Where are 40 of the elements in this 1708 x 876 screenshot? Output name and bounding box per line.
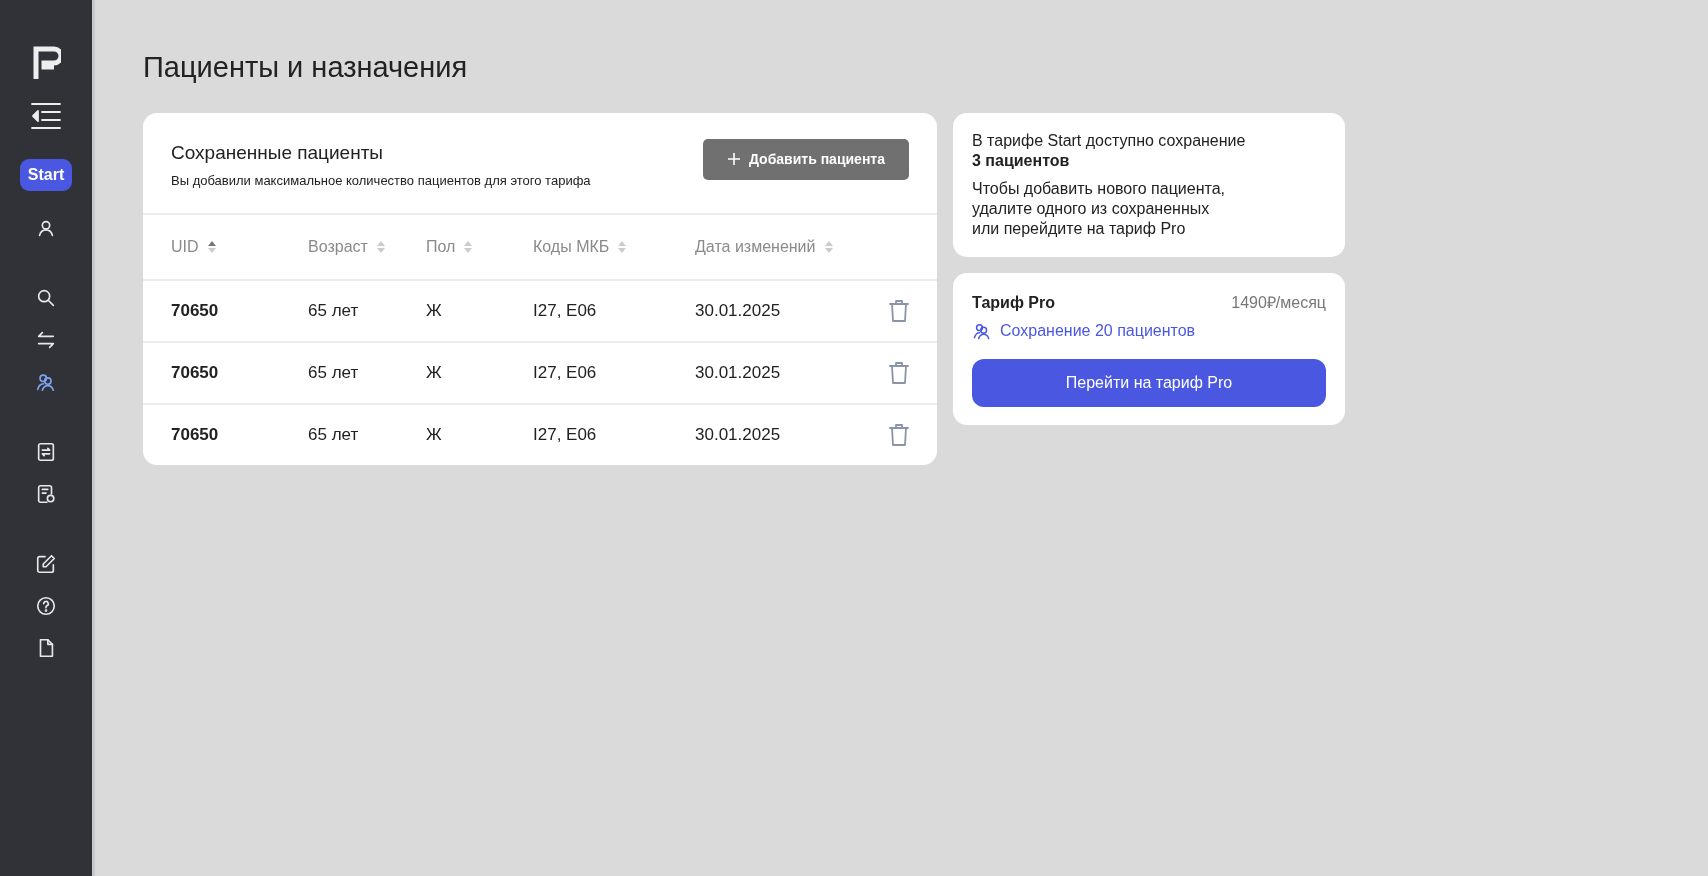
plus-icon [726,152,741,167]
limit-notice-hint: Чтобы добавить нового пациента, удалите одного из сохраненных или перейдите на тариф Pro [972,178,1226,239]
table-cell: 65 лет [308,301,359,321]
table-cell: Ж [426,363,442,383]
plan-name: Тариф Pro [972,292,1055,313]
card-title: Сохраненные пациенты [171,140,385,165]
logo-icon [31,45,61,81]
exchange-document-icon[interactable] [35,440,57,463]
table-cell: 30.01.2025 [695,425,781,445]
column-header[interactable]: Дата изменений [695,234,816,259]
table-cell: I27, E06 [533,363,597,383]
edit-icon[interactable] [35,552,57,575]
collapse-menu-icon[interactable] [29,101,63,131]
page-title: Пациенты и назначения [143,50,469,85]
column-header[interactable]: Возраст [308,234,368,259]
table-cell: I27, E06 [533,425,597,445]
limit-notice-text: В тарифе Start доступно сохранение 3 пациентов [972,130,1247,171]
card-subtitle: Вы добавили максимальное количество пациентов для этого тарифа [171,172,591,191]
document-refresh-icon[interactable] [35,482,57,505]
table-cell: 65 лет [308,363,359,383]
plan-badge: Start [19,159,73,191]
trash-icon[interactable] [888,361,910,386]
table-cell: Ж [426,425,442,445]
trash-icon[interactable] [888,423,910,448]
table-cell: 70650 [171,425,219,445]
column-header[interactable]: Пол [426,234,456,259]
table-cell: 65 лет [308,425,359,445]
plan-price: 1490₽/месяц [1231,292,1326,313]
table-cell: 70650 [171,363,219,383]
upgrade-button[interactable]: Перейти на тариф Pro [972,358,1326,407]
trash-icon[interactable] [888,299,910,324]
table-cell: Ж [426,301,442,321]
table-cell: 70650 [171,301,219,321]
plan-feature: Сохранение 20 пациентов [1000,320,1196,341]
help-icon[interactable] [35,594,57,617]
column-header[interactable]: UID [171,234,199,259]
table-cell: I27, E06 [533,301,597,321]
column-header[interactable]: Коды МКБ [533,234,610,259]
table-cell: 30.01.2025 [695,301,781,321]
table-cell: 30.01.2025 [695,363,781,383]
